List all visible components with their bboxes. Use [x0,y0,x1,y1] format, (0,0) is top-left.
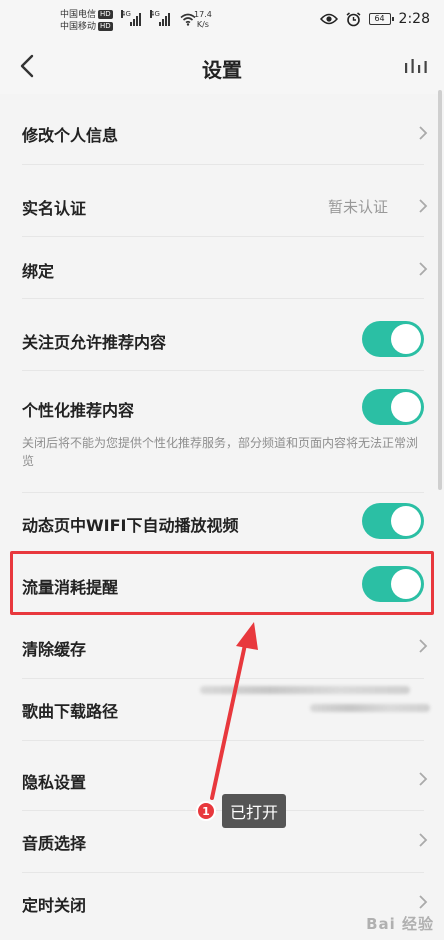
back-button[interactable] [14,50,44,82]
setting-clear-cache[interactable]: 清除缓存 [0,616,444,678]
personalized-note: 关闭后将不能为您提供个性化推荐服务，部分频道和页面内容将无法正常浏览 [22,436,419,468]
page-title: 设置 [202,58,242,82]
chevron-right-icon [419,772,428,786]
carrier-info: 中国电信 HD 中国移动 HD [60,9,113,33]
chevron-right-icon [419,126,428,140]
setting-real-name[interactable]: 实名认证 暂未认证 [0,174,444,236]
setting-personalized: 个性化推荐内容 [0,372,444,436]
step-badge: 1 [196,801,216,821]
signal-gen-label: 4G [150,10,160,18]
setting-traffic-reminder: 流量消耗提醒 [0,554,444,614]
watermark: Bai 经验 [366,915,434,933]
speed-value: 17.4 [194,10,212,19]
scrollbar[interactable] [438,90,442,490]
setting-label: 动态页中WIFI下自动播放视频 [22,516,239,535]
download-path-value-redacted [200,686,430,730]
setting-label: 定时关闭 [22,896,87,915]
signal-icon: 4G [121,10,141,26]
setting-follow-recommend: 关注页允许推荐内容 [0,306,444,372]
setting-label: 实名认证 [22,199,87,218]
real-name-status: 暂未认证 [327,198,388,216]
clock: 2:28 [398,11,430,27]
setting-label: 修改个人信息 [22,126,119,145]
annotation-tip: 已打开 [222,794,287,828]
setting-label: 清除缓存 [22,640,87,659]
carrier-2: 中国移动 [60,22,97,32]
signal-icon: 4G [150,10,170,26]
follow-recommend-toggle[interactable] [362,321,424,357]
personalized-toggle[interactable] [362,389,424,425]
battery-icon: 64 [368,13,394,25]
eye-icon [319,13,338,25]
stats-button[interactable] [402,52,430,80]
chevron-right-icon [419,833,428,847]
setting-label: 音质选择 [22,834,87,853]
speed-unit: K/s [196,20,209,29]
setting-bind[interactable]: 绑定 [0,236,444,298]
chevron-right-icon [419,639,428,653]
status-bar: 中国电信 HD 中国移动 HD 4G 4G 17.4 K/s 64 2:28 [0,0,444,42]
chevron-right-icon [419,262,428,276]
setting-wifi-autoplay: 动态页中WIFI下自动播放视频 [0,490,444,554]
chevron-right-icon [419,895,428,909]
divider [22,164,424,165]
chevron-right-icon [419,199,428,213]
signal-gen-label: 4G [121,10,131,18]
divider [22,740,424,741]
signal-group: 4G 4G [120,10,196,26]
setting-label: 隐私设置 [22,773,87,792]
setting-edit-profile[interactable]: 修改个人信息 [0,102,444,164]
traffic-reminder-toggle[interactable] [362,566,424,602]
hd-badge: HD [98,22,113,31]
wifi-autoplay-toggle[interactable] [362,503,424,539]
status-right: 64 2:28 [319,11,430,27]
divider [22,370,424,371]
hd-badge: HD [98,10,113,19]
network-speed: 17.4 K/s [194,10,212,30]
setting-label: 关注页允许推荐内容 [22,333,167,352]
annotation-callout: 1 已打开 [196,794,287,828]
chevron-left-icon [20,54,34,78]
divider [22,298,424,299]
setting-label: 歌曲下载路径 [22,702,119,721]
title-bar: 设置 [0,42,444,94]
stats-icon [405,59,427,73]
carrier-1: 中国电信 [60,10,97,20]
setting-label: 绑定 [22,262,55,281]
setting-label: 流量消耗提醒 [22,578,119,597]
alarm-icon [346,11,361,26]
setting-label: 个性化推荐内容 [22,401,135,420]
